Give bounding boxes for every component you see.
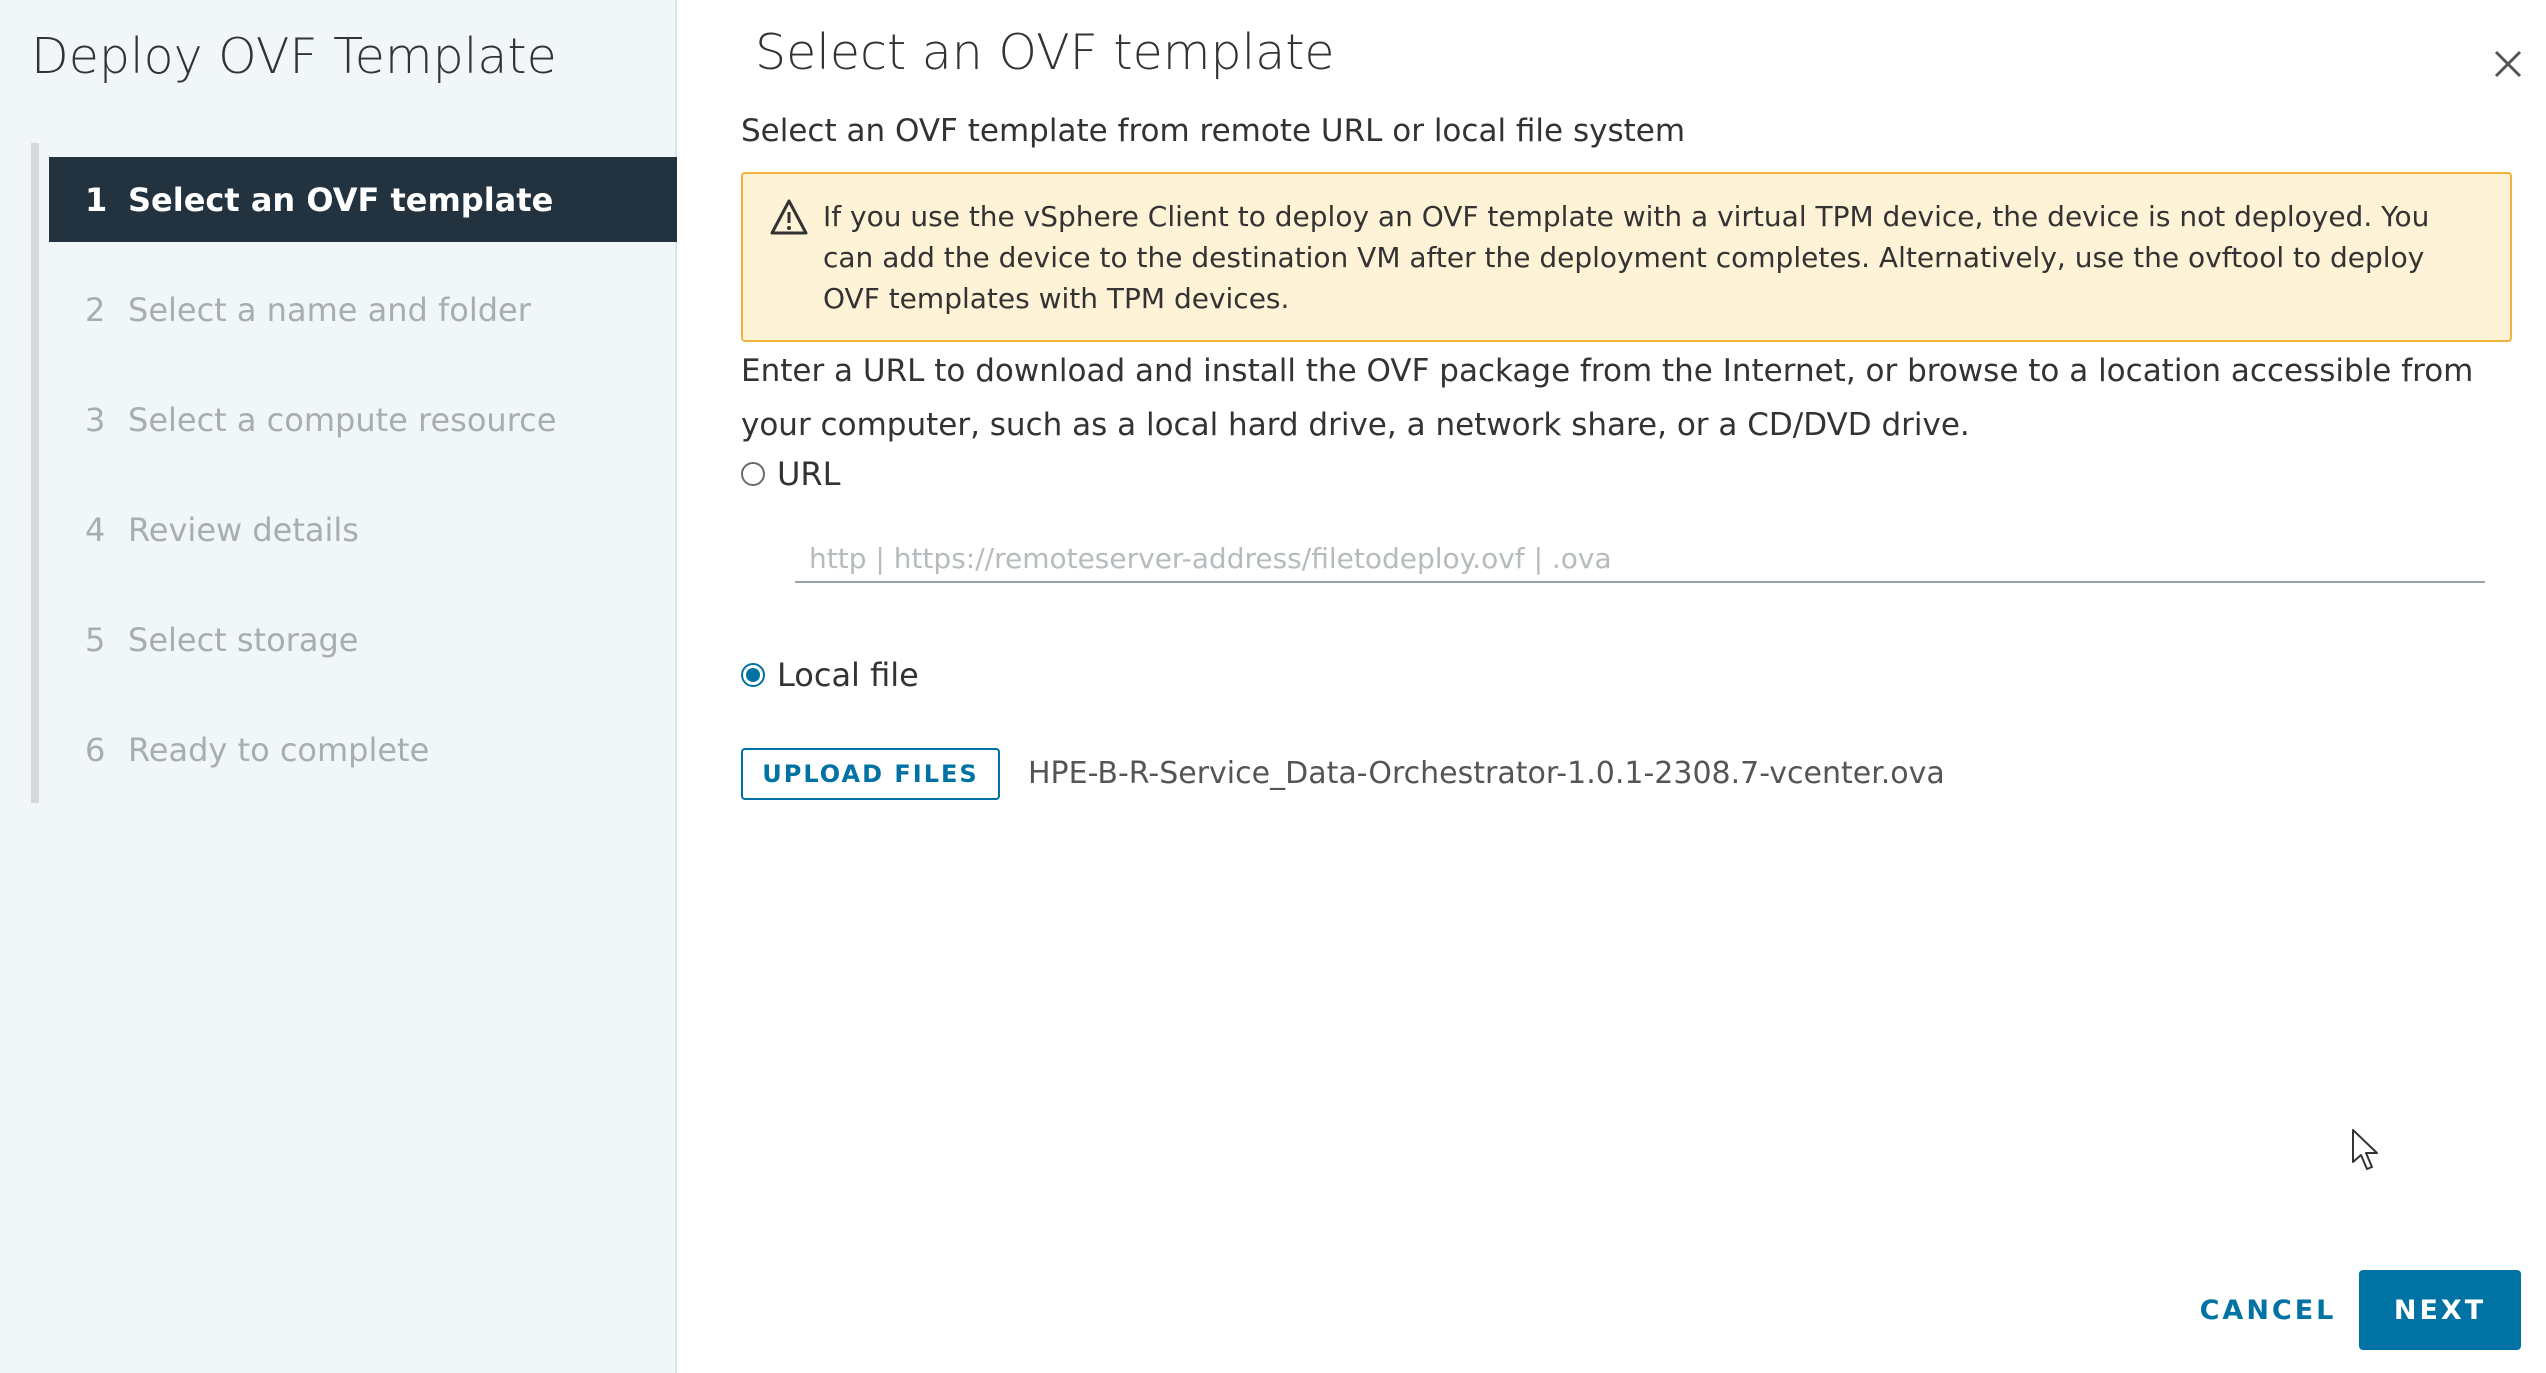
local-file-radio-option[interactable]: Local file [741,656,919,694]
step-track [31,143,39,803]
upload-files-button[interactable]: UPLOAD FILES [741,748,1000,800]
step-review-details[interactable]: 4 Review details [49,487,677,572]
url-radio[interactable] [741,462,765,486]
url-radio-label: URL [777,455,841,493]
step-number: 2 [85,290,106,329]
close-button[interactable] [2488,44,2528,84]
tpm-warning-alert: If you use the vSphere Client to deploy … [741,172,2512,342]
url-radio-option[interactable]: URL [741,455,840,493]
step-number: 3 [85,400,106,439]
step-list: 1 Select an OVF template 2 Select a name… [49,157,677,817]
step-select-compute-resource[interactable]: 3 Select a compute resource [49,377,677,462]
step-label: Select storage [128,620,359,659]
step-number: 4 [85,510,106,549]
step-select-name-folder[interactable]: 2 Select a name and folder [49,267,677,352]
step-label: Ready to complete [128,730,430,769]
warning-triangle-icon [770,199,808,235]
step-number: 5 [85,620,106,659]
alert-text: If you use the vSphere Client to deploy … [823,200,2430,315]
step-label: Review details [128,510,359,549]
mouse-pointer-icon [2352,1129,2378,1170]
wizard-title: Deploy OVF Template [31,28,557,85]
step-select-ovf-template[interactable]: 1 Select an OVF template [49,157,677,242]
local-file-radio[interactable] [741,663,765,687]
next-button[interactable]: NEXT [2359,1270,2521,1350]
step-number: 1 [85,180,108,219]
instructions-text: Enter a URL to download and install the … [741,353,2474,443]
selected-file-name: HPE-B-R-Service_Data-Orchestrator-1.0.1-… [1028,756,1945,791]
step-label: Select a name and folder [128,290,531,329]
local-file-radio-label: Local file [777,656,919,694]
page-subtitle: Select an OVF template from remote URL o… [741,113,1686,149]
wizard-content: Select an OVF template Select an OVF tem… [677,0,2546,1373]
step-label: Select a compute resource [128,400,557,439]
step-ready-to-complete[interactable]: 6 Ready to complete [49,707,677,792]
url-input[interactable] [795,535,2485,583]
step-number: 6 [85,730,106,769]
cancel-button[interactable]: CANCEL [2153,1270,2383,1350]
page-title: Select an OVF template [755,24,1335,81]
wizard-sidebar: Deploy OVF Template 1 Select an OVF temp… [0,0,677,1373]
step-select-storage[interactable]: 5 Select storage [49,597,677,682]
close-icon [2494,50,2522,78]
step-label: Select an OVF template [128,180,554,219]
